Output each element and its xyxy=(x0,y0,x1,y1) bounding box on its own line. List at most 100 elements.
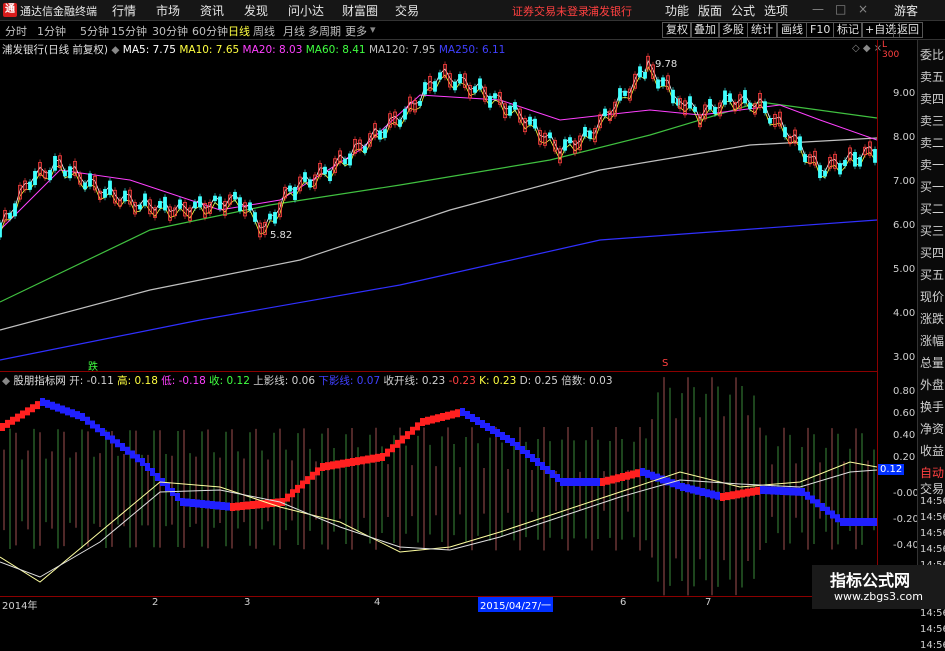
indicator-tick: 0.20 xyxy=(893,452,916,463)
ind-neg: -0.23 xyxy=(448,375,476,387)
indicator-band-block xyxy=(485,423,490,431)
sidebar-item[interactable]: 14:56 xyxy=(920,640,945,651)
tab-daily[interactable]: 日线 xyxy=(228,23,250,39)
indicator-band-block xyxy=(590,478,595,486)
dropdown-icon[interactable]: ◆ xyxy=(111,44,119,56)
sidebar-item[interactable]: 自动 xyxy=(920,464,944,481)
indicator-band-block xyxy=(350,458,355,466)
indicator-band-block xyxy=(150,468,155,476)
sidebar-item[interactable]: 买五 xyxy=(920,266,944,283)
menu-item-formula[interactable]: 公式 xyxy=(731,2,755,19)
indicator-band-block xyxy=(20,410,25,419)
ma20-label: MA20: 8.03 xyxy=(242,44,303,56)
sidebar-item[interactable]: 14:56 xyxy=(920,496,945,507)
indicator-band-block xyxy=(600,478,605,486)
indicator-band-block xyxy=(190,499,195,507)
sidebar-item[interactable]: 现价 xyxy=(920,288,944,305)
indicator-band-block xyxy=(670,479,675,488)
sidebar-item[interactable]: 买二 xyxy=(920,200,944,217)
tab-15min[interactable]: 15分钟 xyxy=(111,23,147,39)
back-button[interactable]: 返回 xyxy=(893,22,923,38)
sidebar-item[interactable]: 14:56 xyxy=(920,624,945,635)
tab-1min[interactable]: 1分钟 xyxy=(37,23,66,39)
tab-30min[interactable]: 30分钟 xyxy=(152,23,188,39)
indicator-band-block xyxy=(480,420,485,428)
indicator-band-block xyxy=(370,454,375,463)
overlay-button[interactable]: 叠加 xyxy=(690,22,720,38)
sidebar-item[interactable]: 净资 xyxy=(920,420,944,437)
menu-item-trade[interactable]: 交易 xyxy=(395,2,419,19)
indicator-band-block xyxy=(75,411,80,420)
sidebar-item[interactable]: 涨跌 xyxy=(920,310,944,327)
mark-button[interactable]: 标记 xyxy=(833,22,863,38)
menu-item-function[interactable]: 功能 xyxy=(665,2,689,19)
tab-weekly[interactable]: 周线 xyxy=(253,23,275,39)
sidebar-item[interactable]: 买三 xyxy=(920,222,944,239)
indicator-band-block xyxy=(225,502,230,511)
indicator-band-block xyxy=(835,514,840,523)
sidebar-item[interactable]: 14:56 xyxy=(920,512,945,523)
ind-multiple: 倍数: 0.03 xyxy=(561,375,613,387)
menu-item-market[interactable]: 行情 xyxy=(112,2,136,19)
menu-item-exchange[interactable]: 市场 xyxy=(156,2,180,19)
sidebar-item[interactable]: 换手 xyxy=(920,398,944,415)
indicator-band-block xyxy=(550,470,555,478)
indicator-band-block xyxy=(420,418,425,426)
indicator-band-block xyxy=(505,435,510,443)
sidebar-item[interactable]: 买四 xyxy=(920,244,944,261)
indicator-band-block xyxy=(565,478,570,486)
sidebar-item[interactable]: 收益 xyxy=(920,442,944,459)
tab-5min[interactable]: 5分钟 xyxy=(80,23,109,39)
menu-item-ask[interactable]: 问小达 xyxy=(288,2,324,19)
kline-chart[interactable] xyxy=(0,40,877,370)
sidebar-item[interactable]: 卖三 xyxy=(920,112,944,129)
draw-button[interactable]: 画线 xyxy=(777,22,807,38)
sidebar-item[interactable]: 14:56 xyxy=(920,528,945,539)
stats-button[interactable]: 统计 xyxy=(747,22,777,38)
sidebar-item[interactable]: 卖四 xyxy=(920,90,944,107)
sidebar-item[interactable]: 买一 xyxy=(920,178,944,195)
f10-button[interactable]: F10 xyxy=(806,22,835,38)
sidebar-item[interactable]: 涨幅 xyxy=(920,332,944,349)
sidebar-item[interactable]: 交易 xyxy=(920,480,944,497)
menu-item-layout[interactable]: 版面 xyxy=(698,2,722,19)
indicator-band-block xyxy=(810,495,815,504)
sidebar-item[interactable]: 外盘 xyxy=(920,376,944,393)
tab-multi-period[interactable]: 多周期 xyxy=(308,23,341,39)
menu-item-wealth[interactable]: 财富圈 xyxy=(342,2,378,19)
indicator-band-block xyxy=(585,478,590,486)
sidebar-item[interactable]: 卖五 xyxy=(920,68,944,85)
tab-60min[interactable]: 60分钟 xyxy=(192,23,228,39)
tab-monthly[interactable]: 月线 xyxy=(283,23,305,39)
indicator-band-block xyxy=(250,501,255,509)
guest-label[interactable]: 游客 xyxy=(894,2,918,19)
adjust-button[interactable]: 复权 xyxy=(662,22,692,38)
login-warning[interactable]: 证券交易未登录 xyxy=(512,3,589,19)
indicator-chart[interactable] xyxy=(0,371,877,597)
indicator-band-block xyxy=(845,518,850,526)
sidebar-item[interactable]: 14:56 xyxy=(920,608,945,619)
sidebar-item[interactable]: 委比 xyxy=(920,46,944,63)
indicator-band-block xyxy=(730,491,735,500)
indicator-menu-icon[interactable]: ◆ xyxy=(2,375,10,387)
sidebar-item[interactable]: 总量 xyxy=(920,354,944,371)
indicator-band-block xyxy=(445,411,450,420)
stock-name: 浦发银行 xyxy=(588,5,632,18)
multi-stock-button[interactable]: 多股 xyxy=(718,22,748,38)
close-icon[interactable]: × xyxy=(858,2,868,16)
ind-lower-shadow: 下影线: 0.07 xyxy=(318,375,381,387)
price-axis: L 300 9.00 8.00 7.00 6.00 5.00 4.00 3.00 … xyxy=(877,40,919,595)
sidebar-item[interactable]: 14:56 xyxy=(920,544,945,555)
menu-item-discover[interactable]: 发现 xyxy=(244,2,268,19)
maximize-icon[interactable]: □ xyxy=(835,2,846,16)
sidebar-item[interactable]: 卖二 xyxy=(920,134,944,151)
menu-item-options[interactable]: 选项 xyxy=(764,2,788,19)
minimize-icon[interactable]: — xyxy=(812,2,824,16)
tab-timeshare[interactable]: 分时 xyxy=(5,23,27,39)
menu-item-news[interactable]: 资讯 xyxy=(200,2,224,19)
indicator-band-block xyxy=(220,502,225,510)
peak-low-label: 5.82 xyxy=(270,230,293,241)
sidebar-item[interactable]: 卖一 xyxy=(920,156,944,173)
chevron-down-icon[interactable]: ▾ xyxy=(370,23,376,36)
tab-more[interactable]: 更多 xyxy=(345,23,367,39)
